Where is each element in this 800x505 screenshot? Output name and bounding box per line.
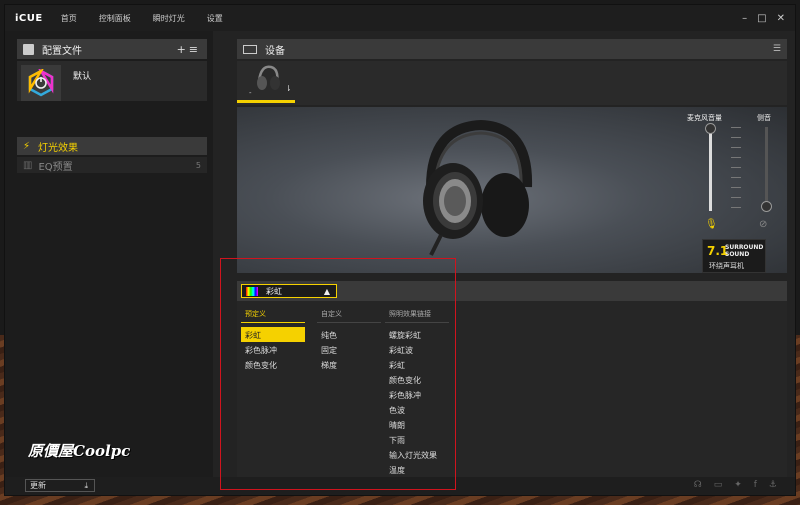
surround-small-2: SOUND xyxy=(725,251,750,258)
device-thumb-label: - xyxy=(249,89,252,97)
device-headset-thumb[interactable]: ⇂ - xyxy=(237,61,295,103)
surround-small-1: SURROUND xyxy=(725,244,764,251)
sidetone-knob[interactable] xyxy=(761,201,772,212)
title-bar: iCUE 首页 控制面板 瞬时灯光 设置 – □ ✕ xyxy=(5,5,795,31)
surround-sound-toggle[interactable]: 7.1 SURROUND SOUND 环绕声耳机 xyxy=(702,239,766,273)
volume-scale xyxy=(731,127,741,211)
surround-small: SURROUND SOUND xyxy=(725,244,763,258)
sidebar-item-lighting[interactable]: ⚡ 灯光效果 xyxy=(17,137,207,155)
watermark: 原價屋Coolpc xyxy=(28,442,131,460)
chat-icon[interactable]: ▭ xyxy=(714,480,723,490)
device-icon xyxy=(243,44,257,54)
headset-thumb-icon: ⇂ xyxy=(257,65,292,93)
lightning-icon: ⚡ xyxy=(23,140,31,152)
download-icon: ⤓ xyxy=(84,480,88,490)
nav-settings[interactable]: 设置 xyxy=(207,13,223,24)
close-icon[interactable]: ✕ xyxy=(777,13,785,24)
icue-power-icon xyxy=(28,69,54,97)
sidebar-item-eq[interactable]: ▥ EQ预置 5 xyxy=(17,157,207,173)
twitter-icon[interactable]: ✦ xyxy=(734,480,742,490)
eq-count: 5 xyxy=(195,160,201,170)
eq-icon: ▥ xyxy=(23,159,33,171)
headset-image xyxy=(423,119,533,256)
facebook-icon[interactable]: f xyxy=(754,480,757,490)
update-button[interactable]: 更新 ⤓ xyxy=(25,479,95,492)
profile-default[interactable]: 默认 xyxy=(17,61,207,101)
lighting-label: 灯光效果 xyxy=(38,142,79,154)
highlight-box xyxy=(220,258,456,490)
usb-icon: ⇂ xyxy=(285,84,292,93)
mic-volume-track[interactable] xyxy=(709,127,712,211)
menu-icon[interactable]: ≡ xyxy=(189,43,201,56)
forum-icon[interactable]: ☊ xyxy=(694,480,702,490)
sidetone-track[interactable] xyxy=(765,127,768,211)
profiles-title: 配置文件 xyxy=(42,45,82,57)
sidetone-label: 侧音 xyxy=(757,114,771,122)
maximize-icon[interactable]: □ xyxy=(757,13,766,24)
devices-title: 设备 xyxy=(265,45,285,57)
add-icon[interactable]: + xyxy=(177,43,189,56)
nav-home[interactable]: 首页 xyxy=(61,13,77,24)
social-links: ☊ ▭ ✦ f ⚓ xyxy=(694,480,777,490)
sidetone-muted-icon[interactable]: ⊘ xyxy=(759,219,767,230)
sidebar: 配置文件 +≡ 默认 ⚡ 灯光效果 ▥ EQ预置 5 xyxy=(5,31,213,477)
device-stage: 麦克风音量 🎙 侧音 ⊘ 7.1 SURROUND SOUND 环绕声耳机 xyxy=(237,107,787,362)
nav-dashboard[interactable]: 控制面板 xyxy=(99,13,131,24)
profiles-header: 配置文件 +≡ xyxy=(17,39,207,59)
nav-instant-lighting[interactable]: 瞬时灯光 xyxy=(153,13,185,24)
microphone-icon[interactable]: 🎙 xyxy=(705,219,718,230)
devices-header: 设备 ☰ xyxy=(237,39,787,59)
surround-cn: 环绕声耳机 xyxy=(709,262,744,270)
mic-volume-label: 麦克风音量 xyxy=(687,114,722,122)
eq-label: EQ预置 xyxy=(38,161,73,173)
corsair-icon[interactable]: ⚓ xyxy=(769,480,777,490)
profiles-tools: +≡ xyxy=(177,43,201,56)
device-strip: ⇂ - xyxy=(237,61,787,105)
profile-name: 默认 xyxy=(73,72,92,82)
mic-volume-knob[interactable] xyxy=(705,123,716,134)
devices-menu-icon[interactable]: ☰ xyxy=(773,44,781,54)
profile-thumb xyxy=(21,65,61,101)
minimize-icon[interactable]: – xyxy=(742,13,747,24)
profile-icon xyxy=(23,43,34,55)
update-label: 更新 xyxy=(30,481,46,490)
app-logo: iCUE xyxy=(15,12,43,24)
